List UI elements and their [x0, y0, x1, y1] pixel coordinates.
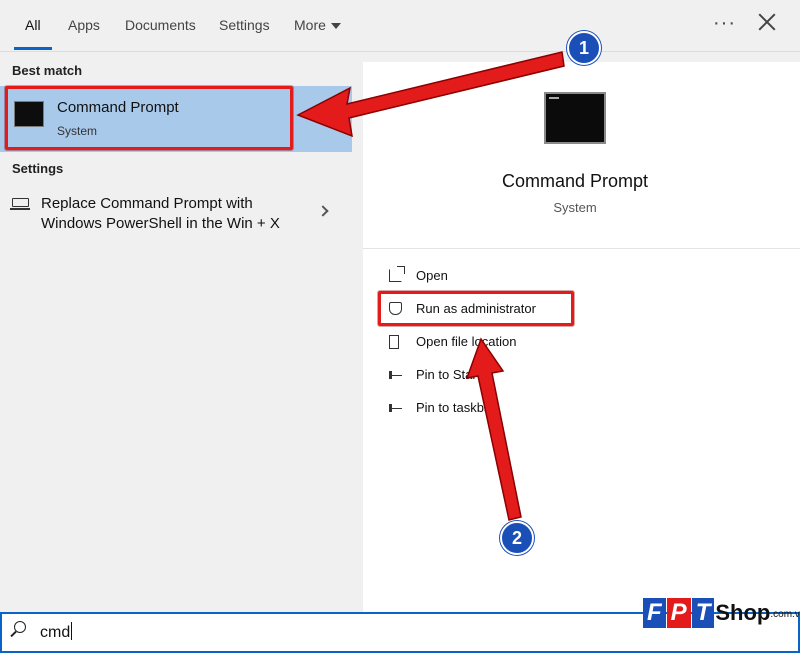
tab-all[interactable]: All: [25, 17, 41, 33]
chevron-down-icon: [330, 23, 341, 30]
tab-apps[interactable]: Apps: [68, 17, 100, 33]
logo-letter-p: P: [666, 598, 691, 628]
pin-icon: [389, 401, 402, 412]
action-open-file-location-label: Open file location: [416, 334, 517, 349]
active-tab-indicator: [14, 47, 52, 50]
laptop-icon: [10, 198, 30, 210]
fpt-shop-logo: FPTShop.com.vn: [643, 598, 800, 638]
action-pin-to-taskbar-label: Pin to taskbar: [416, 400, 496, 415]
action-pin-to-start-label: Pin to Start: [416, 367, 481, 382]
action-open-label: Open: [416, 268, 448, 283]
highlight-box-best-match: [5, 86, 293, 150]
search-scope-bar: [0, 0, 800, 52]
logo-letter-t: T: [691, 598, 715, 628]
step-badge-2: 2: [500, 521, 534, 555]
ellipsis-icon[interactable]: ···: [713, 12, 736, 35]
settings-heading: Settings: [12, 161, 64, 176]
best-match-heading: Best match: [12, 63, 83, 78]
action-pin-to-start[interactable]: Pin to Start: [380, 362, 640, 388]
command-prompt-large-icon: [544, 92, 606, 144]
search-input[interactable]: cmd: [40, 622, 73, 642]
action-pin-to-taskbar[interactable]: Pin to taskbar: [380, 395, 640, 421]
tab-more[interactable]: More: [294, 17, 341, 33]
open-icon: [389, 266, 405, 282]
details-title: Command Prompt: [501, 171, 649, 191]
tab-settings[interactable]: Settings: [219, 17, 270, 33]
logo-domain-text: .com.vn: [770, 609, 800, 620]
text-caret: [71, 622, 73, 640]
details-divider: [363, 248, 800, 249]
tab-documents[interactable]: Documents: [125, 17, 196, 33]
details-subtitle: System: [553, 200, 597, 215]
step-badge-1: 1: [567, 31, 601, 65]
setting-result-text: Replace Command Prompt with Windows Powe…: [41, 195, 280, 232]
search-query: cmd: [40, 624, 71, 641]
folder-icon: [389, 335, 399, 349]
pin-icon: [389, 368, 402, 379]
logo-letter-f: F: [643, 598, 666, 628]
tab-more-label: More: [294, 17, 326, 33]
action-open[interactable]: Open: [380, 263, 640, 289]
highlight-box-run-as-administrator: [378, 291, 574, 326]
search-icon: [14, 621, 26, 633]
close-icon[interactable]: [758, 13, 776, 31]
action-open-file-location[interactable]: Open file location: [380, 329, 640, 355]
logo-shop-text: Shop: [715, 600, 771, 625]
